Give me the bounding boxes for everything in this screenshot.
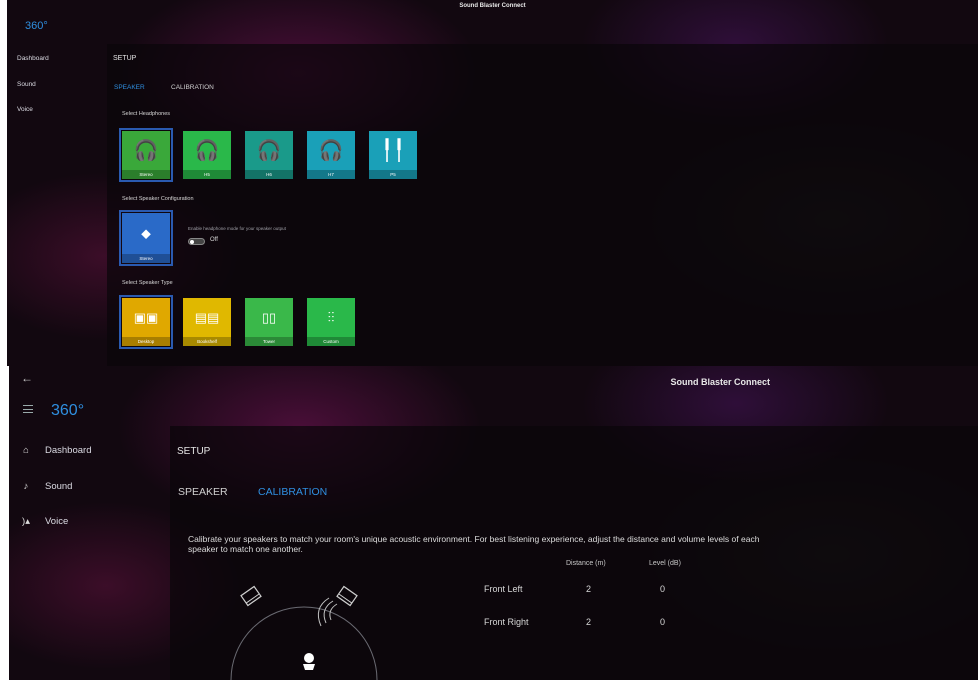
tile-label: H5	[183, 170, 231, 179]
speaker-config-tile-stereo[interactable]: ⬥ Stereo	[119, 210, 173, 266]
tab-calibration[interactable]: CALIBRATION	[258, 486, 327, 498]
window-title: Sound Blaster Connect	[670, 377, 770, 387]
front-left-level[interactable]: 0	[660, 584, 665, 594]
earphones-icon: ╿╿	[380, 140, 406, 162]
headphone-tile-h5[interactable]: 🎧 H5	[183, 131, 231, 179]
listener-icon	[303, 653, 315, 670]
headphone-tile-h7[interactable]: 🎧 H7	[307, 131, 355, 179]
page-title: SETUP	[113, 55, 137, 62]
front-right-label: Front Right	[484, 617, 529, 627]
equalizer-icon: ⫶⫶	[327, 309, 335, 325]
front-right-distance[interactable]: 2	[586, 617, 591, 627]
front-right-speaker-icon[interactable]	[336, 585, 358, 607]
sidebar-item-sound[interactable]: Sound	[17, 81, 36, 88]
front-right-level[interactable]: 0	[660, 617, 665, 627]
sidebar-item-label: Sound	[17, 81, 36, 88]
calibration-description: Calibrate your speakers to match your ro…	[188, 534, 760, 554]
select-speaker-config-label: Select Speaker Configuration	[122, 196, 194, 202]
tile-label: H7	[307, 170, 355, 179]
speaker-placement-diagram	[230, 585, 378, 680]
app-logo: 360°	[25, 20, 48, 32]
home-icon: ⌂	[23, 445, 29, 456]
tile-label: H6	[245, 170, 293, 179]
listening-arc	[230, 606, 378, 680]
front-left-label: Front Left	[484, 584, 523, 594]
headphone-mode-description: Enable headphone mode for your speaker o…	[188, 226, 286, 231]
sidebar-item-voice[interactable]: Voice	[17, 106, 33, 113]
tab-speaker[interactable]: SPEAKER	[114, 84, 145, 91]
tile-label: P5	[369, 170, 417, 179]
voice-icon: )▴	[22, 516, 30, 527]
bookshelf-speakers-icon: ▤▤	[194, 309, 220, 325]
sidebar-item-label: Voice	[45, 516, 69, 527]
headphone-tile-p5[interactable]: ╿╿ P5	[369, 131, 417, 179]
headphone-tile-stereo[interactable]: 🎧 Stereo	[119, 128, 173, 182]
content-panel	[107, 44, 978, 366]
distance-column-header: Distance (m)	[566, 560, 606, 567]
sound-waves-icon	[317, 597, 338, 627]
front-left-distance[interactable]: 2	[586, 584, 591, 594]
front-left-speaker-icon[interactable]	[240, 585, 262, 607]
tile-label: Desktop	[122, 337, 170, 346]
music-note-icon: ♪	[23, 481, 29, 492]
toggle-state-label: Off	[210, 237, 218, 243]
sidebar-item-sound[interactable]: ♪ Sound	[19, 481, 73, 492]
headphone-mode-toggle[interactable]	[188, 238, 205, 245]
sidebar-item-voice[interactable]: )▴ Voice	[19, 516, 68, 527]
sidebar-item-dashboard[interactable]: Dashboard	[17, 55, 49, 62]
window-title: Sound Blaster Connect	[459, 3, 526, 9]
app-window-calibration: ← Sound Blaster Connect 360° ⌂ Dashboard…	[9, 366, 978, 680]
speaker-type-tile-bookshelf[interactable]: ▤▤ Bookshelf	[183, 298, 231, 346]
sidebar-item-label: Sound	[45, 481, 73, 492]
select-speaker-type-label: Select Speaker Type	[122, 280, 173, 286]
headphones-icon: 🎧	[133, 140, 159, 162]
level-column-header: Level (dB)	[649, 560, 681, 567]
speaker-type-tile-custom[interactable]: ⫶⫶ Custom	[307, 298, 355, 346]
tile-label: Bookshelf	[183, 337, 231, 346]
tab-calibration[interactable]: CALIBRATION	[171, 84, 214, 91]
desktop-speakers-icon: ▣▣	[133, 309, 159, 325]
hamburger-menu-icon[interactable]	[23, 405, 33, 413]
speaker-type-tile-tower[interactable]: ▯▯ Tower	[245, 298, 293, 346]
tile-label: Tower	[245, 337, 293, 346]
stereo-layout-icon: ⬥	[141, 225, 151, 241]
sidebar-item-label: Dashboard	[45, 445, 92, 456]
sidebar-item-dashboard[interactable]: ⌂ Dashboard	[19, 445, 91, 456]
speaker-type-tile-desktop[interactable]: ▣▣ Desktop	[119, 295, 173, 349]
app-logo: 360°	[51, 402, 85, 419]
headset-icon: 🎧	[318, 140, 344, 162]
select-headphones-label: Select Headphones	[122, 111, 171, 117]
tile-label: Stereo	[122, 170, 170, 179]
sidebar-item-label: Dashboard	[17, 55, 49, 62]
page-title: SETUP	[177, 446, 211, 457]
tower-speakers-icon: ▯▯	[261, 309, 277, 325]
headset-icon: 🎧	[194, 140, 220, 162]
back-arrow-icon[interactable]: ←	[21, 371, 33, 385]
sidebar-item-label: Voice	[17, 106, 33, 113]
tab-speaker[interactable]: SPEAKER	[178, 486, 228, 498]
tile-label: Custom	[307, 337, 355, 346]
headphone-tile-h6[interactable]: 🎧 H6	[245, 131, 293, 179]
tile-label: Stereo	[122, 254, 170, 263]
app-window-speaker: Sound Blaster Connect 360° Dashboard Sou…	[7, 0, 978, 366]
headset-icon: 🎧	[256, 140, 282, 162]
toggle-knob	[190, 240, 194, 244]
